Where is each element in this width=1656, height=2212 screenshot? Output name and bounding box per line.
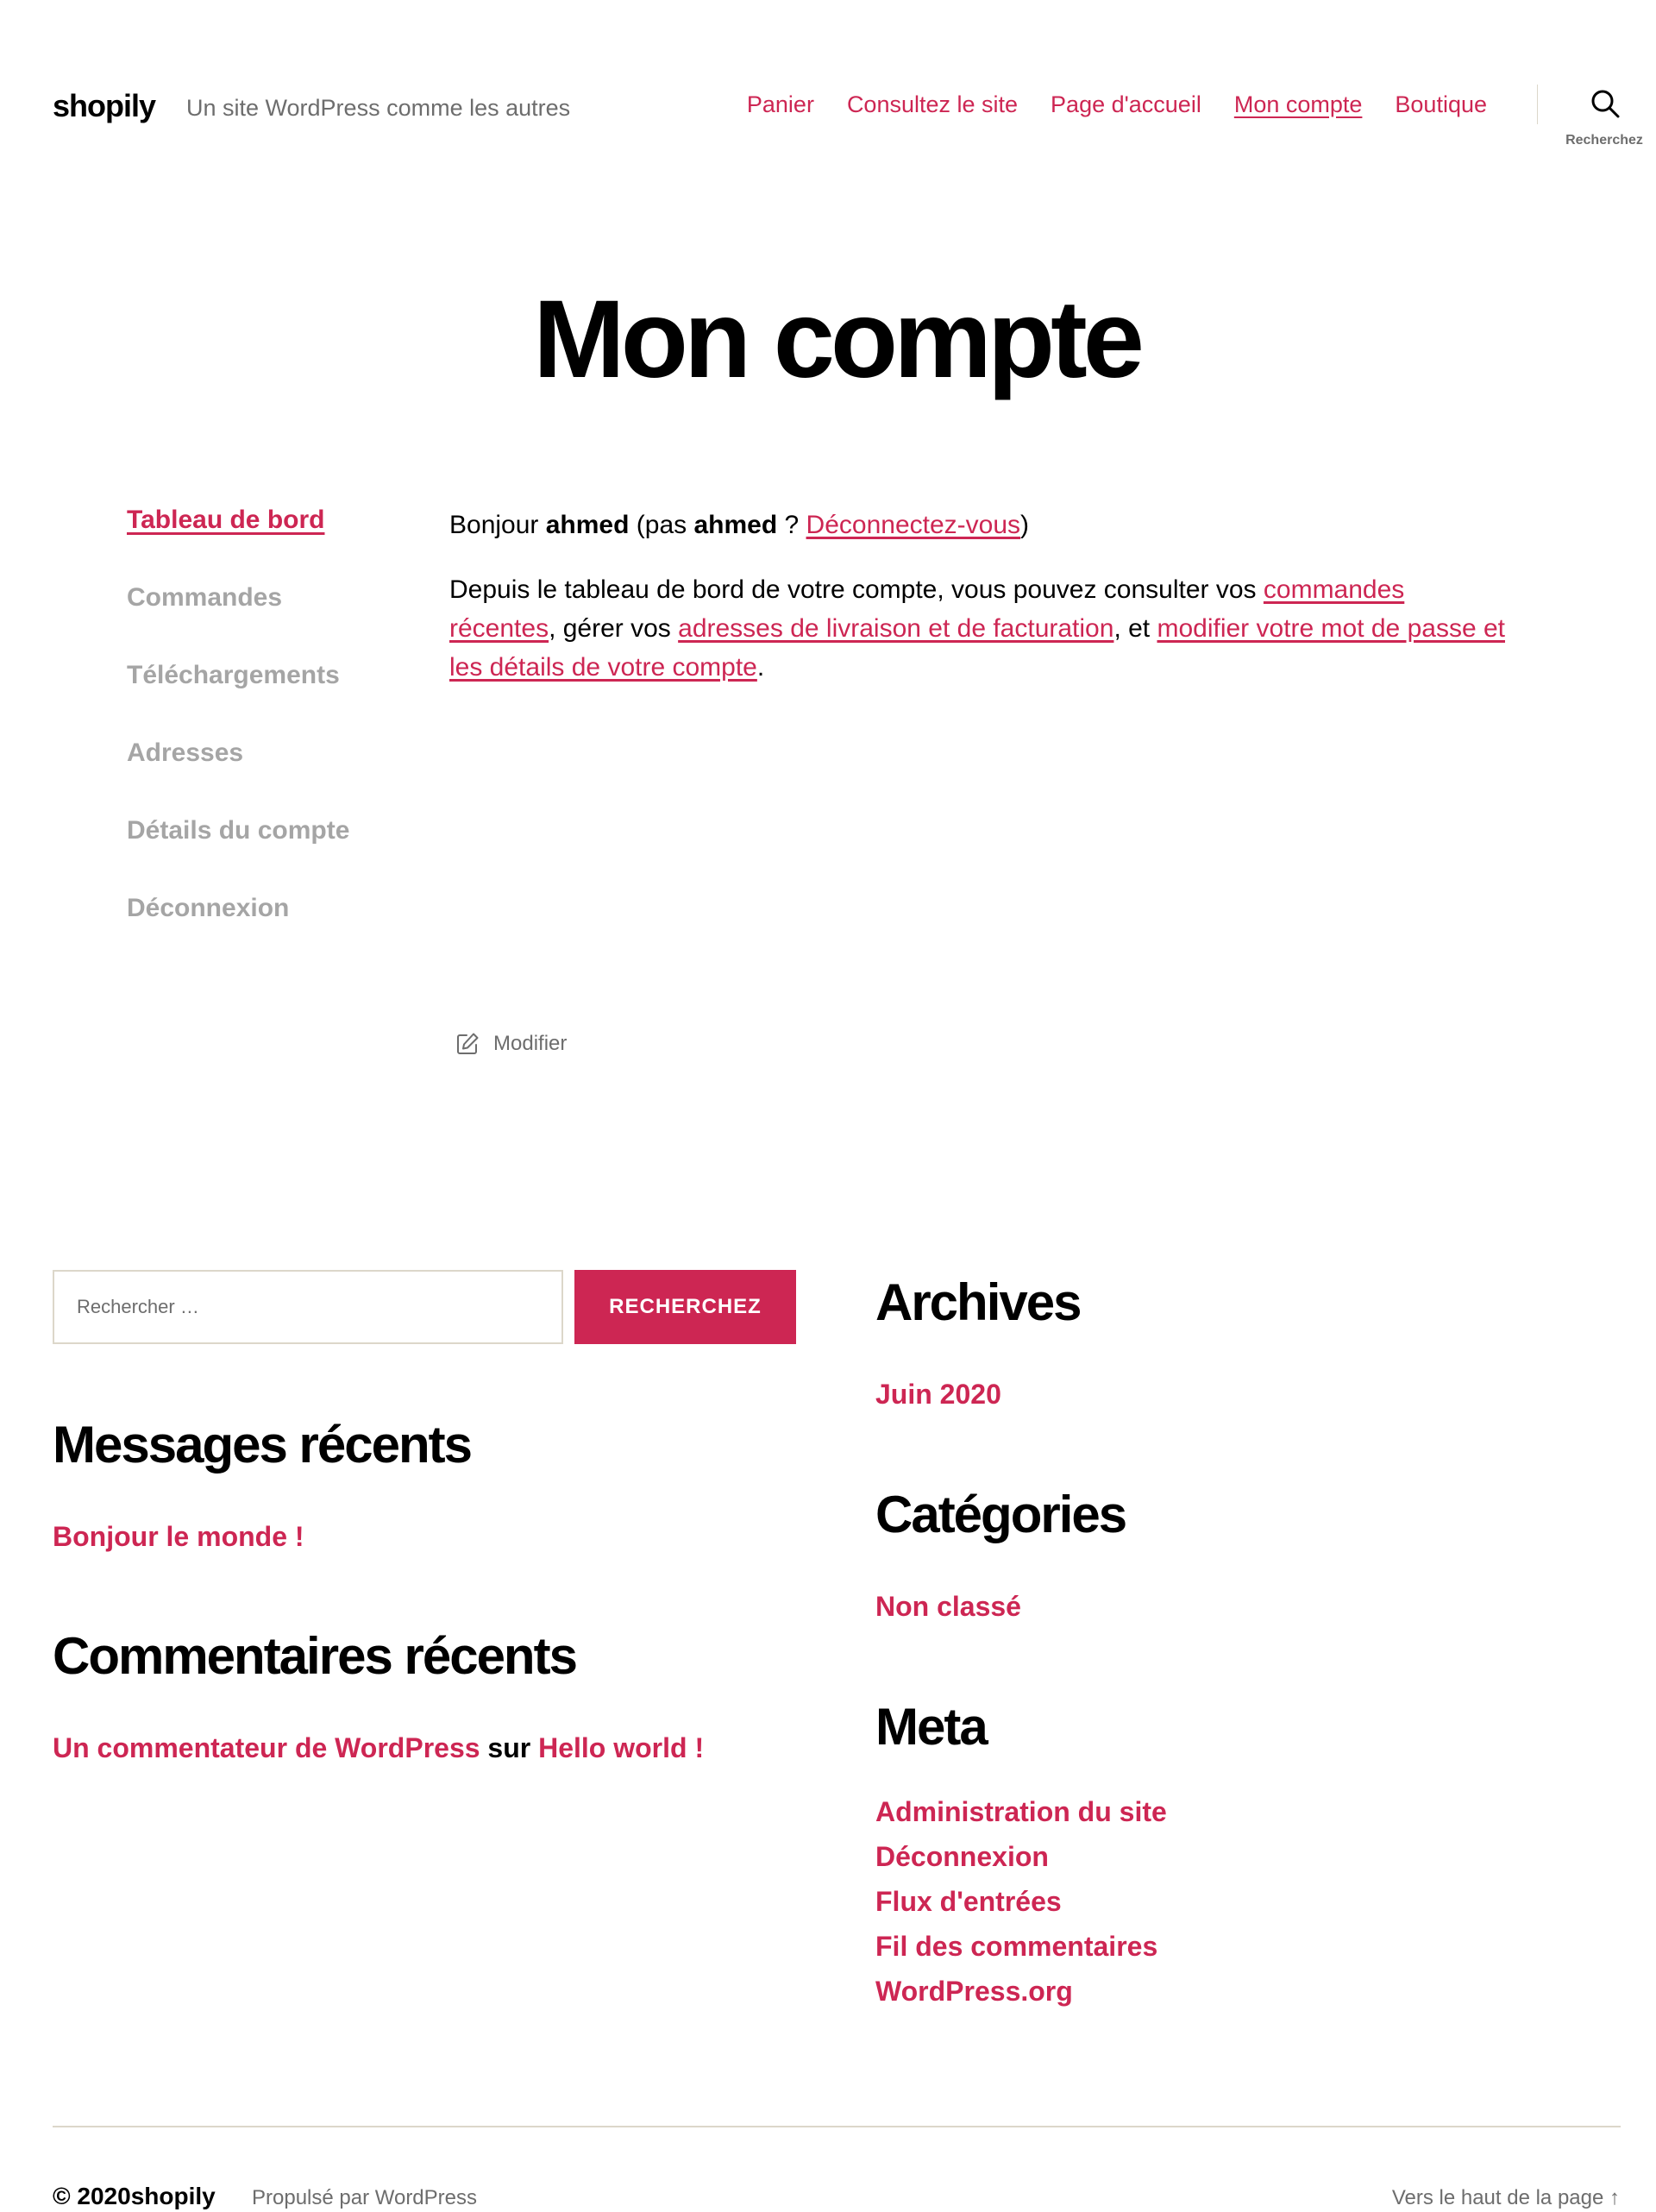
search-submit-button[interactable]: RECHERCHEZ	[574, 1270, 796, 1344]
footer-divider	[53, 2126, 1621, 2127]
logout-link[interactable]: Déconnectez-vous	[806, 511, 1020, 539]
categories-title: Catégories	[875, 1486, 1127, 1543]
intro-text-2: , gérer vos	[549, 614, 679, 643]
greeting-prefix: Bonjour	[449, 511, 546, 539]
greeting-suffix: )	[1020, 511, 1030, 539]
search-widget-form: RECHERCHEZ	[53, 1270, 796, 1344]
meta-link-logout[interactable]: Déconnexion	[875, 1841, 1049, 1872]
meta-list: Administration du site Déconnexion Flux …	[875, 1796, 1167, 2020]
account-nav-addresses[interactable]: Adresses	[127, 738, 243, 767]
back-to-top-link[interactable]: Vers le haut de la page ↑	[1392, 2186, 1620, 2210]
account-nav-item: Commandes	[127, 583, 349, 661]
account-nav-logout[interactable]: Déconnexion	[127, 894, 289, 922]
account-nav-account-details[interactable]: Détails du compte	[127, 816, 349, 845]
greeting-question: ?	[777, 511, 806, 539]
search-icon	[1591, 90, 1620, 118]
meta-link-admin[interactable]: Administration du site	[875, 1796, 1167, 1827]
account-nav-downloads[interactable]: Téléchargements	[127, 661, 340, 689]
account-navigation: Tableau de bord Commandes Téléchargement…	[127, 506, 349, 971]
recent-posts-title: Messages récents	[53, 1416, 473, 1474]
meta-link-comments-feed[interactable]: Fil des commentaires	[875, 1931, 1157, 1962]
nav-item-consultez-le-site[interactable]: Consultez le site	[847, 91, 1018, 118]
search-toggle-label: Recherchez	[1565, 133, 1643, 148]
footer-powered-by[interactable]: Propulsé par WordPress	[252, 2186, 477, 2210]
site-title[interactable]: shopily	[53, 88, 156, 124]
comment-author-link[interactable]: Un commentateur de WordPress	[53, 1732, 480, 1763]
account-nav-orders[interactable]: Commandes	[127, 583, 282, 612]
nav-item-mon-compte[interactable]: Mon compte	[1234, 91, 1363, 118]
list-item: Déconnexion	[875, 1841, 1167, 1886]
edit-link[interactable]: Modifier	[455, 1032, 567, 1056]
account-nav-item: Téléchargements	[127, 661, 349, 738]
greeting-middle: (pas	[629, 511, 694, 539]
comment-post-link[interactable]: Hello world !	[538, 1732, 704, 1763]
list-item: Fil des commentaires	[875, 1931, 1167, 1976]
archives-title: Archives	[875, 1273, 1082, 1331]
account-content: Bonjour ahmed (pas ahmed ? Déconnectez-v…	[449, 506, 1510, 687]
search-toggle-button[interactable]: Recherchez	[1561, 86, 1647, 155]
account-nav-item: Détails du compte	[127, 816, 349, 894]
category-link[interactable]: Non classé	[875, 1591, 1021, 1623]
nav-item-panier[interactable]: Panier	[747, 91, 814, 118]
recent-comment-item: Un commentateur de WordPress sur Hello w…	[53, 1732, 704, 1764]
account-nav-dashboard[interactable]: Tableau de bord	[127, 506, 324, 534]
search-input[interactable]	[53, 1270, 563, 1344]
primary-nav: Panier Consultez le site Page d'accueil …	[747, 91, 1487, 118]
nav-item-boutique[interactable]: Boutique	[1395, 91, 1487, 118]
footer-copyright[interactable]: © 2020shopily	[53, 2183, 216, 2210]
meta-link-entries-feed[interactable]: Flux d'entrées	[875, 1886, 1062, 1917]
greeting-username-repeat: ahmed	[693, 511, 778, 539]
nav-divider	[1537, 85, 1538, 124]
dashboard-intro-paragraph: Depuis le tableau de bord de votre compt…	[449, 570, 1510, 687]
meta-link-wordpress-org[interactable]: WordPress.org	[875, 1976, 1073, 2007]
recent-comments-title: Commentaires récents	[53, 1627, 578, 1685]
edit-link-label: Modifier	[493, 1032, 568, 1055]
site-description: Un site WordPress comme les autres	[186, 95, 571, 121]
edit-icon	[457, 1033, 479, 1054]
greeting-username: ahmed	[545, 511, 630, 539]
list-item: Flux d'entrées	[875, 1886, 1167, 1931]
account-nav-item: Tableau de bord	[127, 506, 349, 583]
account-nav-item: Adresses	[127, 738, 349, 816]
nav-item-page-accueil[interactable]: Page d'accueil	[1051, 91, 1201, 118]
intro-text-3: , et	[1113, 614, 1157, 643]
meta-title: Meta	[875, 1698, 988, 1756]
greeting-paragraph: Bonjour ahmed (pas ahmed ? Déconnectez-v…	[449, 506, 1510, 544]
site-header: shopily Un site WordPress comme les autr…	[0, 0, 1656, 216]
addresses-link[interactable]: adresses de livraison et de facturation	[678, 614, 1113, 643]
comment-connector: sur	[480, 1732, 539, 1763]
list-item: WordPress.org	[875, 1976, 1167, 2020]
intro-text-4: .	[756, 653, 765, 682]
intro-text-1: Depuis le tableau de bord de votre compt…	[449, 575, 1264, 604]
page-title: Mon compte	[533, 278, 1145, 401]
account-nav-item: Déconnexion	[127, 894, 349, 971]
archive-link[interactable]: Juin 2020	[875, 1379, 1001, 1411]
recent-post-link[interactable]: Bonjour le monde !	[53, 1521, 304, 1553]
list-item: Administration du site	[875, 1796, 1167, 1841]
